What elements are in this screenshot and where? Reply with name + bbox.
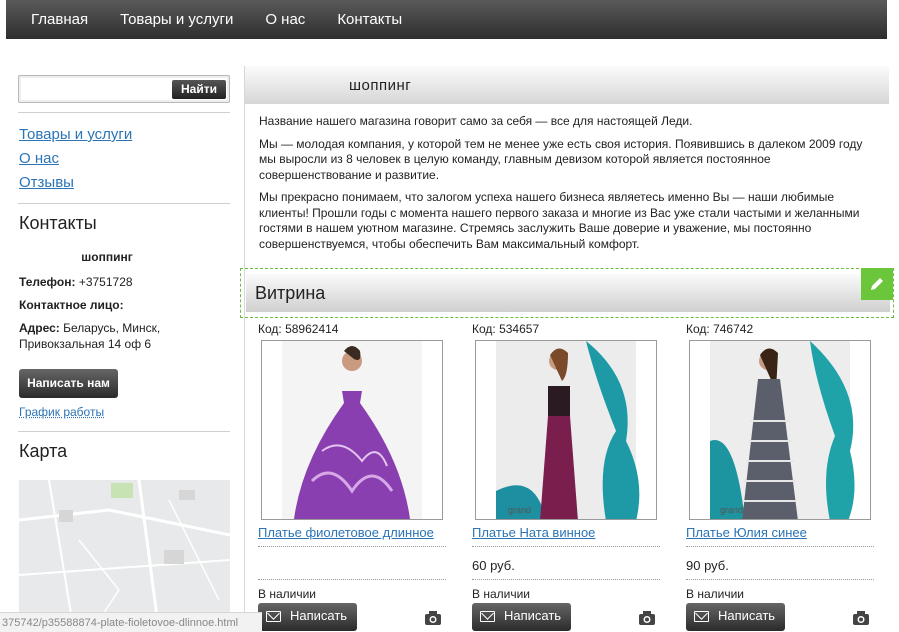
product-price: 60 руб. <box>472 558 515 573</box>
page-title: шоппинг <box>349 77 412 94</box>
stock-status: В наличии <box>686 587 745 601</box>
product-image[interactable] <box>261 340 443 520</box>
mail-icon <box>480 611 495 622</box>
product-card: Код: 746742 grand Платье Юлия синее 90 р… <box>686 322 874 631</box>
top-nav: Главная Товары и услуги О нас Контакты <box>6 0 887 39</box>
main-content: шоппинг Название нашего магазина говорит… <box>240 66 894 632</box>
mail-icon <box>694 611 709 622</box>
page: Главная Товары и услуги О нас Контакты Н… <box>0 0 899 632</box>
camera-icon[interactable] <box>423 608 443 628</box>
svg-text:grand: grand <box>720 505 743 515</box>
mail-icon <box>266 611 281 622</box>
product-price: 90 руб. <box>686 558 729 573</box>
product-title[interactable]: Платье фиолетовое длинное <box>258 525 434 540</box>
write-button-label: Написать <box>503 608 562 623</box>
phone-row: Телефон: +3751728 <box>19 274 133 290</box>
product-card: Код: 534657 grand Платье Ната винное 60 … <box>472 322 660 631</box>
vitrina-block[interactable]: Витрина <box>240 268 894 318</box>
nav-item-about[interactable]: О нас <box>265 11 305 28</box>
nav-item-contacts[interactable]: Контакты <box>337 11 402 28</box>
nav-item-products[interactable]: Товары и услуги <box>120 11 233 28</box>
intro-paragraph: Мы — молодая компания, у которой тем не … <box>259 136 863 182</box>
vitrina-title: Витрина <box>255 283 326 303</box>
phone-value: +3751728 <box>78 275 133 289</box>
product-card: Код: 58962414 Платье фиолетовое длинное … <box>258 322 446 631</box>
divider <box>686 579 874 580</box>
camera-icon[interactable] <box>851 608 871 628</box>
contacts-heading: Контакты <box>19 213 97 233</box>
shop-name: шоппинг <box>81 250 133 264</box>
product-title[interactable]: Платье Юлия синее <box>686 525 807 540</box>
status-bar-url: 375742/p35588874-plate-fioletovoe-dlinno… <box>0 612 262 632</box>
sidebar-link-reviews[interactable]: Отзывы <box>19 171 132 195</box>
product-code: Код: 58962414 <box>258 322 339 336</box>
schedule-link[interactable]: График работы <box>19 405 104 419</box>
product-image[interactable]: grand <box>475 340 657 520</box>
sidebar-links: Товары и услуги О нас Отзывы <box>19 123 132 195</box>
pencil-icon <box>871 278 883 290</box>
write-us-button[interactable]: Написать нам <box>19 369 118 398</box>
product-code: Код: 746742 <box>686 322 754 336</box>
divider <box>472 546 660 547</box>
address-label: Адрес: <box>19 321 60 335</box>
divider <box>258 579 446 580</box>
divider <box>686 546 874 547</box>
contact-person-row: Контактное лицо: <box>19 297 124 313</box>
edit-button[interactable] <box>861 268 893 300</box>
dress-image: grand <box>710 341 855 519</box>
write-button[interactable]: Написать <box>686 603 785 631</box>
search-box: Найти <box>18 75 230 103</box>
divider <box>472 579 660 580</box>
write-button[interactable]: Написать <box>258 603 357 631</box>
write-button-label: Написать <box>717 608 776 623</box>
contact-person-label: Контактное лицо: <box>19 298 124 312</box>
phone-label: Телефон: <box>19 275 76 289</box>
divider <box>18 112 230 113</box>
stock-status: В наличии <box>258 587 317 601</box>
divider <box>18 431 230 432</box>
write-button[interactable]: Написать <box>472 603 571 631</box>
sidebar-link-products[interactable]: Товары и услуги <box>19 123 132 147</box>
stock-status: В наличии <box>472 587 531 601</box>
map-heading: Карта <box>19 441 68 461</box>
dress-image <box>282 341 422 519</box>
address-row: Адрес: Беларусь, Минск, Привокзальная 14… <box>19 320 169 352</box>
vitrina-header: Витрина <box>246 274 890 312</box>
nav-item-home[interactable]: Главная <box>31 11 88 28</box>
sidebar-link-about[interactable]: О нас <box>19 147 132 171</box>
intro-text: Название нашего магазина говорит само за… <box>259 114 879 259</box>
sub-bar <box>6 39 887 65</box>
camera-icon[interactable] <box>637 608 657 628</box>
intro-paragraph: Название нашего магазина говорит само за… <box>259 114 693 128</box>
dress-image: grand <box>496 341 640 519</box>
product-image[interactable]: grand <box>689 340 871 520</box>
map[interactable] <box>19 480 230 632</box>
page-header: шоппинг <box>245 66 889 104</box>
search-button[interactable]: Найти <box>172 80 226 99</box>
svg-text:grand: grand <box>508 505 531 515</box>
search-input[interactable] <box>22 79 170 99</box>
product-title[interactable]: Платье Ната винное <box>472 525 595 540</box>
map-streets <box>19 480 230 632</box>
divider <box>18 203 230 204</box>
sidebar: Найти Товары и услуги О нас Отзывы Конта… <box>0 66 244 632</box>
intro-paragraph: Мы прекрасно понимаем, что залогом успех… <box>259 190 860 251</box>
divider <box>258 546 446 547</box>
write-button-label: Написать <box>289 608 348 623</box>
product-code: Код: 534657 <box>472 322 540 336</box>
